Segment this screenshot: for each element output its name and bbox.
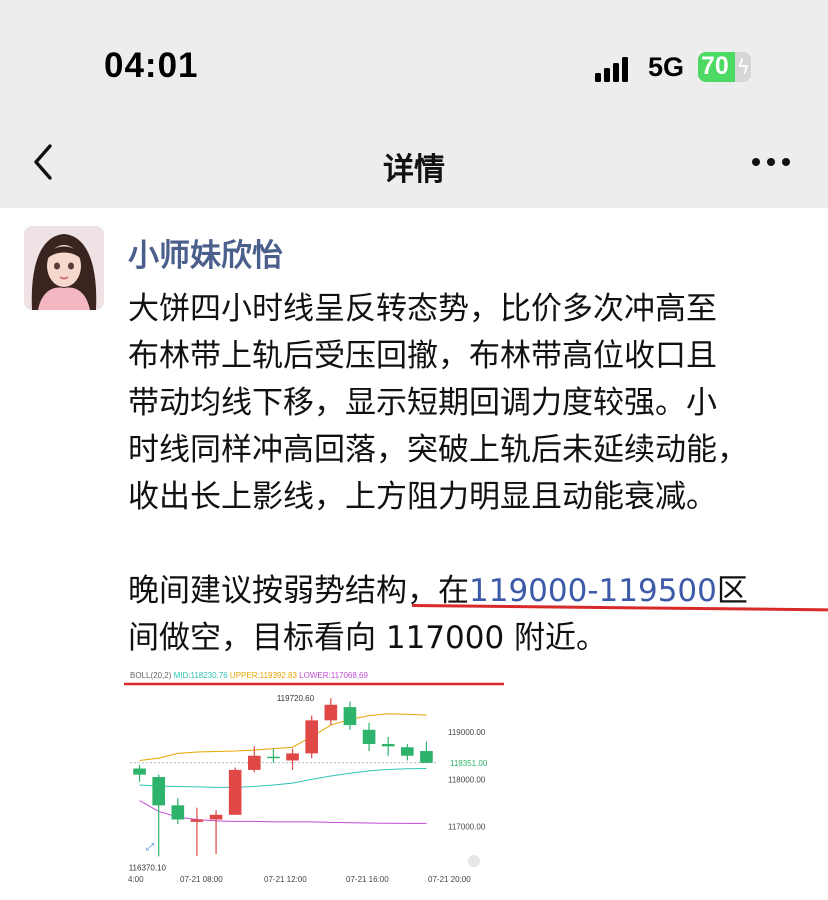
- candle-body: [401, 747, 414, 756]
- candle-body: [228, 769, 242, 815]
- expand-icon: ⤢: [146, 842, 154, 853]
- battery-level: 70: [701, 52, 729, 80]
- logo-icon: [468, 855, 480, 867]
- network-type: 5G: [648, 52, 685, 82]
- chart-image[interactable]: BOLL(20,2) MID:118230.76 UPPER:119392.83…: [124, 664, 526, 896]
- candle-body: [248, 755, 261, 770]
- candle-body: [420, 751, 433, 763]
- boll-legend-item: LOWER:117068.69: [299, 671, 368, 680]
- candle-body: [267, 756, 280, 759]
- y-tick-label: 118000.00: [448, 775, 486, 784]
- x-tick-label: 07-21 08:00: [180, 875, 223, 884]
- cellular-signal-icon: [595, 56, 635, 82]
- post-line: 时线同样冲高回落，突破上轨后未延续动能，: [128, 432, 748, 468]
- candle-body: [381, 743, 395, 747]
- candle-body: [362, 729, 376, 744]
- high-price-label: 119720.60: [277, 694, 315, 703]
- upper-band-line: [139, 713, 427, 761]
- candle-body: [209, 814, 223, 820]
- x-tick-label: 4:00: [128, 875, 144, 884]
- low-price-label: 116370.10: [129, 863, 167, 872]
- status-bar: 04:01 5G 70 ϟ: [0, 0, 828, 118]
- candle-body: [190, 819, 204, 822]
- candle-body: [152, 777, 165, 806]
- post-line: 大饼四小时线呈反转态势，比价多次冲高至: [128, 291, 717, 327]
- page-title: 详情: [383, 152, 445, 188]
- x-tick-label: 07-21 16:00: [346, 875, 389, 884]
- boll-legend: BOLL(20,2) MID:118230.76 UPPER:119392.83…: [130, 671, 368, 680]
- post-line: 间做空，目标看向 117000 附近。: [128, 620, 608, 656]
- author-name[interactable]: 小师妹欣怡: [128, 230, 283, 275]
- boll-candlestick-chart: BOLL(20,2) MID:118230.76 UPPER:119392.83…: [124, 671, 526, 884]
- candle-body: [305, 720, 318, 754]
- mid-band-line: [139, 768, 427, 788]
- post-line: 布林带上轨后受压回撤，布林带高位收口且: [128, 338, 717, 374]
- post-line: 收出长上影线，上方阻力明显且动能衰减。: [128, 479, 717, 515]
- candle-body: [343, 707, 357, 726]
- status-time: 04:01: [104, 46, 199, 85]
- nav-bar: 详情: [0, 118, 828, 208]
- battery-icon: 70 ϟ: [698, 52, 751, 82]
- candle-body: [324, 704, 338, 721]
- candle-body: [133, 768, 146, 775]
- post-line: 带动均线下移，显示短期回调力度较强。小: [128, 385, 717, 421]
- charging-bolt-icon: ϟ: [736, 55, 750, 79]
- boll-legend-item: BOLL(20,2): [130, 671, 174, 680]
- current-price-label: 118351.00: [450, 759, 488, 768]
- avatar[interactable]: [24, 226, 104, 310]
- boll-legend-item: UPPER:119392.83: [230, 671, 299, 680]
- post-text-segment: 区: [716, 573, 748, 609]
- price-range-highlight: 119000-119500: [469, 573, 717, 609]
- x-tick-label: 07-21 12:00: [264, 875, 307, 884]
- y-tick-label: 117000.00: [448, 823, 486, 832]
- y-tick-label: 119000.00: [448, 728, 486, 737]
- more-dots-icon[interactable]: [752, 158, 792, 168]
- candle-body: [286, 753, 299, 761]
- x-tick-label: 07-21 20:00: [428, 875, 471, 884]
- candle-body: [171, 805, 185, 820]
- boll-legend-item: MID:118230.76: [174, 671, 230, 680]
